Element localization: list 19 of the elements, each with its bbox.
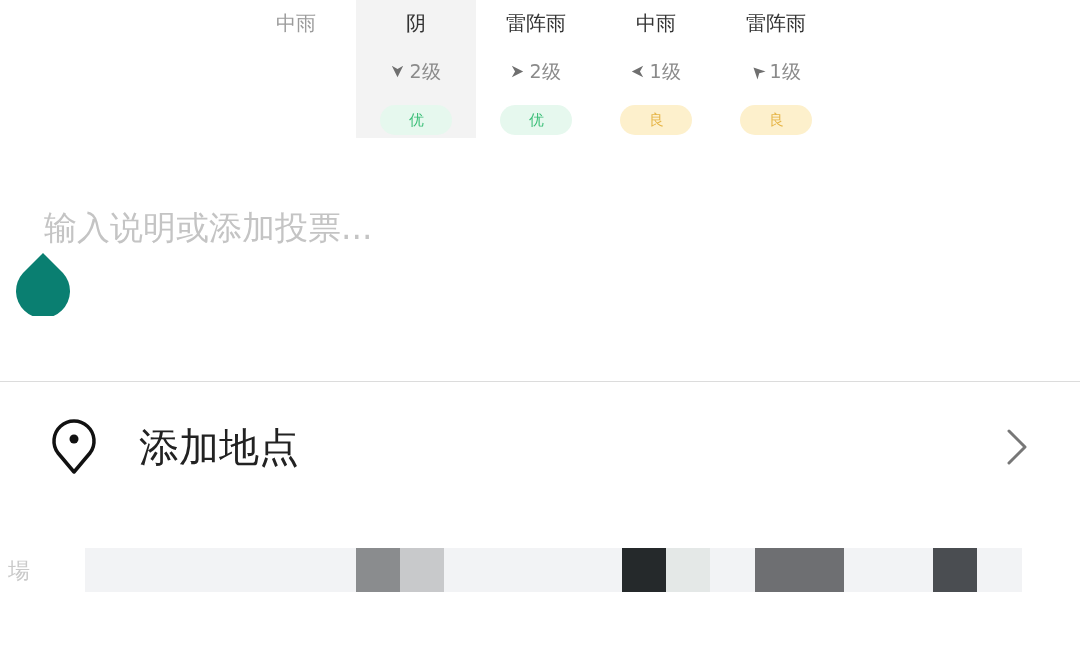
teardrop-handle-icon[interactable] xyxy=(16,253,70,316)
air-quality-badge: 良 xyxy=(740,105,812,135)
add-location-link[interactable]: 添加地点 xyxy=(139,416,299,477)
weather-label: 中雨 xyxy=(636,10,676,37)
wind-force: 1级 xyxy=(649,59,681,84)
air-quality-badge: 优 xyxy=(500,105,572,135)
forecast-column[interactable]: 阴 2级 优 xyxy=(356,0,476,138)
description-field[interactable]: 输入说明或添加投票... xyxy=(44,206,1044,356)
weather-label: 雷阵雨 xyxy=(746,10,806,37)
chevron-right-icon[interactable] xyxy=(1006,428,1028,465)
wind-force: 2级 xyxy=(409,59,441,84)
location-pin-icon xyxy=(50,418,98,475)
weather-label: 雷阵雨 xyxy=(506,10,566,37)
air-quality-badge: 优 xyxy=(380,105,452,135)
wind-force: 2级 xyxy=(529,59,561,84)
wind-force: 1级 xyxy=(769,59,801,84)
weather-label: 阴 xyxy=(406,10,426,37)
air-quality-badge: 良 xyxy=(620,105,692,135)
weather-label: 中雨 xyxy=(276,10,316,37)
